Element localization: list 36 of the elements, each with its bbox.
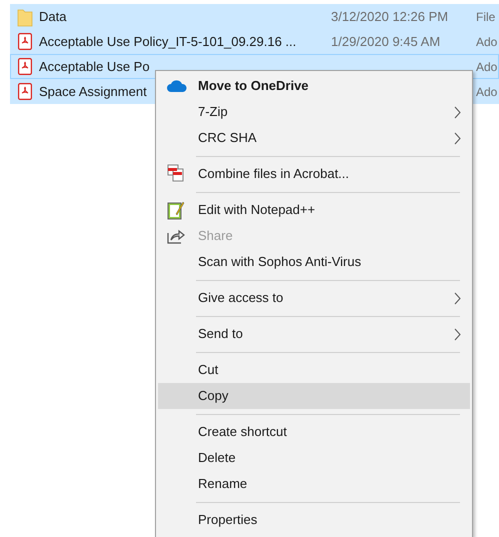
notepad-icon	[167, 200, 185, 220]
menu-item[interactable]: Properties	[158, 507, 470, 533]
menu-item[interactable]: Rename	[158, 471, 470, 497]
menu-item[interactable]: Delete	[158, 445, 470, 471]
file-type: Ado	[476, 34, 498, 50]
menu-item[interactable]: Create shortcut	[158, 419, 470, 445]
share-icon	[167, 228, 185, 244]
menu-item[interactable]: Edit with Notepad++	[158, 197, 470, 223]
date-modified: 3/12/2020 12:26 PM	[331, 8, 448, 24]
file-name: Data	[39, 8, 66, 24]
chevron-right-icon	[454, 132, 461, 144]
menu-item[interactable]: Send to	[158, 321, 470, 347]
file-row[interactable]: Acceptable Use Policy_IT-5-101_09.29.16 ... 1/29/2020 9:45 AM Ado	[10, 29, 499, 54]
pdf-icon	[18, 33, 32, 50]
cloud-icon	[167, 80, 187, 92]
file-type: Ado	[476, 84, 498, 100]
menu-item[interactable]: Copy	[158, 383, 470, 409]
menu-item[interactable]: Cut	[158, 357, 470, 383]
chevron-right-icon	[454, 106, 461, 118]
menu-item[interactable]: Scan with Sophos Anti-Virus	[158, 249, 470, 275]
file-row[interactable]: Data 3/12/2020 12:26 PM File	[10, 4, 499, 29]
file-name: Acceptable Use Po	[39, 58, 150, 74]
folder-icon	[17, 6, 33, 26]
file-name: Acceptable Use Policy_IT-5-101_09.29.16 ...	[39, 34, 296, 49]
file-type: File	[476, 8, 496, 26]
chevron-right-icon	[454, 292, 461, 304]
pdf-icon	[18, 58, 32, 75]
pdf-icon	[18, 83, 32, 100]
menu-item[interactable]: CRC SHA	[158, 125, 470, 151]
menu-item[interactable]: Combine files in Acrobat...	[158, 161, 470, 187]
chevron-right-icon	[454, 328, 461, 340]
date-modified: 1/29/2020 9:45 AM	[331, 34, 440, 49]
file-name: Space Assignment	[39, 84, 147, 99]
file-type: Ado	[476, 58, 498, 76]
menu-item[interactable]: Give access to	[158, 285, 470, 311]
menu-item[interactable]: 7-Zip	[158, 99, 470, 125]
